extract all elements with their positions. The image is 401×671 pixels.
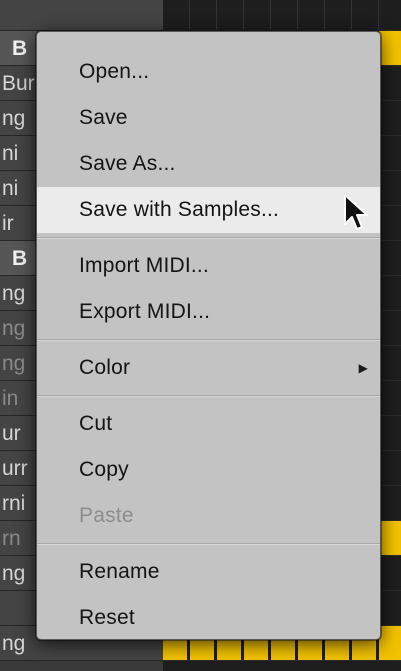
step-off[interactable]	[379, 276, 401, 310]
menu-item-label: Copy	[79, 458, 129, 481]
menu-item-label: Color	[79, 356, 131, 379]
menu-separator	[37, 395, 380, 397]
menu-item-open[interactable]: Open...	[37, 49, 380, 95]
step-off[interactable]	[379, 171, 401, 205]
arrow-pointer-icon	[344, 194, 368, 230]
menu-item-label: Save with Samples...	[79, 198, 280, 221]
triangle-right-icon: ▶	[358, 361, 368, 375]
menu-item-cut[interactable]: Cut	[37, 401, 380, 447]
step-on[interactable]	[379, 521, 401, 555]
menu-item-export-midi[interactable]: Export MIDI...	[37, 289, 380, 335]
step-off[interactable]	[271, 0, 298, 30]
menu-item-color[interactable]: Color ▶	[37, 345, 380, 391]
step-off[interactable]	[217, 0, 244, 30]
step-on[interactable]	[379, 626, 401, 660]
menu-separator	[37, 339, 380, 341]
menu-item-rename[interactable]: Rename	[37, 549, 380, 595]
menu-item-label: Export MIDI...	[79, 300, 211, 323]
menu-separator	[37, 543, 380, 545]
menu-item-label: Import MIDI...	[79, 254, 209, 277]
step-off[interactable]	[379, 101, 401, 135]
step-off[interactable]	[244, 0, 271, 30]
step-off[interactable]	[379, 0, 401, 30]
menu-item-save-as[interactable]: Save As...	[37, 141, 380, 187]
sound-row[interactable]	[0, 0, 163, 31]
menu-item-label: Cut	[79, 412, 113, 435]
menu-item-save-with-samples[interactable]: Save with Samples...	[37, 187, 380, 233]
step-off[interactable]	[379, 66, 401, 100]
menu-item-label: Open...	[79, 60, 150, 83]
step-off[interactable]	[379, 346, 401, 380]
step-off[interactable]	[379, 136, 401, 170]
menu-item-label: Paste	[79, 504, 134, 527]
context-menu: Open... Save Save As... Save with Samples..…	[36, 31, 381, 640]
step-off[interactable]	[379, 241, 401, 275]
step-on[interactable]	[379, 31, 401, 65]
menu-item-reset[interactable]: Reset	[37, 595, 380, 641]
step-off[interactable]	[379, 591, 401, 625]
app-window: B Bur ng ni ni ir Bng ng ng in ur urr rni rn ng ng Open…	[0, 0, 401, 671]
menu-item-copy[interactable]: Copy	[37, 447, 380, 493]
step-off[interactable]	[352, 0, 379, 30]
step-off[interactable]	[190, 0, 217, 30]
menu-item-label: Save As...	[79, 152, 176, 175]
step-off[interactable]	[379, 416, 401, 450]
menu-separator	[37, 237, 380, 239]
step-off[interactable]	[379, 206, 401, 240]
menu-item-import-midi[interactable]: Import MIDI...	[37, 243, 380, 289]
step-off[interactable]	[379, 381, 401, 415]
step-off[interactable]	[325, 0, 352, 30]
menu-item-label: Rename	[79, 560, 160, 583]
menu-item-label: Reset	[79, 606, 135, 629]
step-off[interactable]	[379, 451, 401, 485]
step-off[interactable]	[163, 0, 190, 30]
menu-item-paste: Paste	[37, 493, 380, 539]
step-off[interactable]	[298, 0, 325, 30]
step-off[interactable]	[379, 556, 401, 590]
pattern-row	[163, 0, 401, 31]
step-off[interactable]	[379, 311, 401, 345]
menu-item-label: Save	[79, 106, 128, 129]
step-off[interactable]	[379, 486, 401, 520]
menu-item-save[interactable]: Save	[37, 95, 380, 141]
